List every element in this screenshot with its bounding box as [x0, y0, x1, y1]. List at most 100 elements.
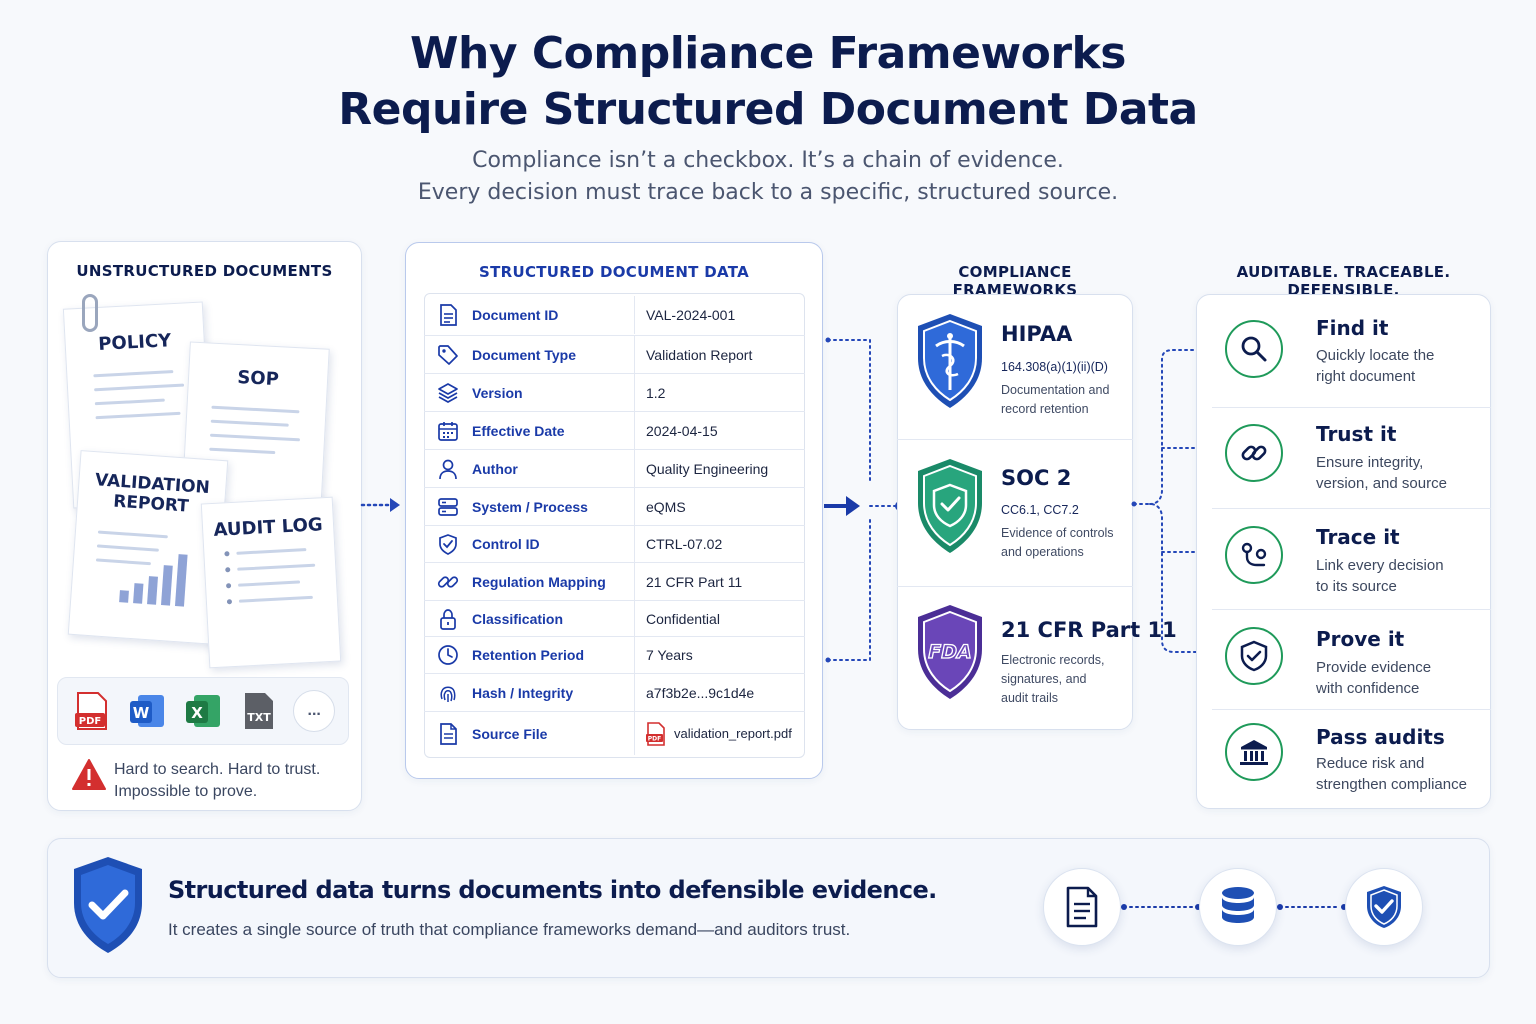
trace-icon [1225, 526, 1283, 584]
warning-text: Hard to search. Hard to trust. Impossibl… [114, 759, 320, 804]
svg-text:TXT: TXT [247, 711, 271, 724]
server-icon [424, 496, 472, 518]
subtitle-line2: Every decision must trace back to a spec… [417, 180, 1119, 205]
metadata-row: Classification Confidential [424, 600, 805, 636]
metadata-key: Control ID [472, 536, 540, 552]
shield-check-large-icon [70, 855, 146, 960]
outcome-title-find: Find it [1316, 316, 1389, 340]
shield-badge-icon [1345, 868, 1423, 946]
metadata-key: Classification [472, 610, 564, 627]
database-icon [1199, 868, 1277, 946]
hipaa-shield-icon [914, 312, 986, 415]
file-type-tray: PDF W X TXT ... [57, 677, 349, 745]
lock-icon [424, 608, 472, 630]
metadata-value: a7f3b2e...9c1d4e [634, 674, 805, 711]
metadata-row: System / Process eQMS [424, 487, 805, 525]
metadata-row: Author Quality Engineering [424, 449, 805, 487]
footer-headline: Structured data turns documents into def… [168, 876, 937, 904]
search-icon [1225, 320, 1283, 378]
outcome-title-prove: Prove it [1316, 627, 1405, 651]
metadata-key: Version [472, 384, 523, 401]
audit-log-document: AUDIT LOG [200, 496, 342, 669]
framework-desc-soc2: Evidence of controls and operations [1001, 526, 1114, 559]
outcome-desc-trace: Link every decision to its source [1316, 557, 1444, 595]
excel-file-icon: X [182, 690, 224, 732]
svg-text:X: X [191, 704, 203, 722]
footer-connector-2 [1277, 904, 1347, 910]
outcome-title-trust: Trust it [1316, 422, 1397, 446]
metadata-key: Hash / Integrity [472, 684, 574, 701]
metadata-value: eQMS [634, 488, 805, 525]
metadata-row: Source File PDF validation_report.pdf [424, 711, 805, 755]
metadata-value: PDF validation_report.pdf [634, 712, 805, 755]
framework-desc-cfr: Electronic records, signatures, and audit … [1001, 653, 1105, 705]
svg-text:PDF: PDF [79, 716, 101, 727]
warning-icon [71, 758, 107, 797]
calendar-icon [424, 420, 472, 442]
link-icon [424, 571, 472, 593]
metadata-key: Regulation Mapping [472, 573, 606, 590]
metadata-key: Author [472, 460, 518, 477]
svg-text:W: W [133, 704, 150, 722]
layers-icon [424, 382, 472, 404]
pdf-file-icon: PDF [646, 721, 666, 746]
footer-body: It creates a single source of truth that… [168, 920, 851, 939]
outcome-title-trace: Trace it [1316, 525, 1400, 549]
metadata-row: Effective Date 2024-04-15 [424, 411, 805, 449]
metadata-value: VAL-2024-001 [634, 296, 805, 334]
bar-chart-icon [119, 590, 129, 603]
tag-icon [424, 344, 472, 366]
svg-text:PDF: PDF [648, 735, 661, 742]
clock-icon [424, 644, 472, 666]
metadata-row: Control ID CTRL-07.02 [424, 525, 805, 562]
metadata-value: 2024-04-15 [634, 412, 805, 449]
doc-label-audit-log: AUDIT LOG [213, 514, 324, 541]
fingerprint-icon [424, 682, 472, 704]
pdf-file-icon: PDF [71, 690, 113, 732]
page-title-line2: Require Structured Document Data [338, 84, 1198, 135]
metadata-value: CTRL-07.02 [634, 526, 805, 562]
warning-line2: Impossible to prove. [114, 783, 258, 801]
metadata-key: Effective Date [472, 422, 565, 439]
doc-label-policy: POLICY [97, 330, 172, 355]
metadata-row: Retention Period 7 Years [424, 636, 805, 673]
metadata-value: 21 CFR Part 11 [634, 563, 805, 600]
svg-text:FDA: FDA [928, 641, 971, 663]
framework-name-hipaa: HIPAA [1001, 322, 1073, 346]
metadata-value: 7 Years [634, 637, 805, 673]
metadata-key: System / Process [472, 498, 588, 515]
more-files-icon[interactable]: ... [293, 690, 336, 732]
warning-line1: Hard to search. Hard to trust. [114, 761, 321, 778]
unstructured-heading: UNSTRUCTURED DOCUMENTS [76, 262, 333, 280]
subtitle-line1: Compliance isn’t a checkbox. It’s a chai… [472, 148, 1064, 173]
metadata-value: Validation Report [634, 336, 805, 373]
bank-icon [1225, 723, 1283, 781]
metadata-row: Document Type Validation Report [424, 335, 805, 373]
document-icon [424, 304, 472, 326]
framework-desc-hipaa: Documentation and record retention [1001, 383, 1110, 416]
outcome-title-pass: Pass audits [1316, 725, 1445, 749]
metadata-value: Quality Engineering [634, 450, 805, 487]
source-file-name[interactable]: validation_report.pdf [674, 726, 792, 741]
fda-shield-icon: FDA [914, 603, 986, 706]
metadata-value: Confidential [634, 601, 805, 636]
txt-file-icon: TXT [238, 690, 280, 732]
shield-check-icon [1225, 627, 1283, 685]
metadata-key: Document ID [472, 307, 559, 323]
metadata-row: Document ID VAL-2024-001 [424, 296, 805, 334]
outcome-desc-find: Quickly locate the right document [1316, 347, 1435, 385]
metadata-key: Retention Period [472, 647, 585, 663]
page-title-line1: Why Compliance Frameworks [410, 28, 1127, 79]
soc2-shield-icon [914, 457, 986, 560]
metadata-key: Source File [472, 725, 548, 742]
doc-label-sop: SOP [236, 367, 280, 391]
file-icon [424, 722, 472, 745]
person-icon [424, 458, 472, 480]
link-icon [1225, 424, 1283, 482]
framework-code-soc2: CC6.1, CC7.2 [1001, 503, 1079, 517]
word-file-icon: W [126, 690, 168, 732]
shield-icon [424, 533, 472, 555]
outcome-desc-pass: Reduce risk and strengthen compliance [1316, 755, 1467, 793]
footer-connector-1 [1121, 904, 1201, 910]
metadata-key: Document Type [472, 346, 576, 363]
